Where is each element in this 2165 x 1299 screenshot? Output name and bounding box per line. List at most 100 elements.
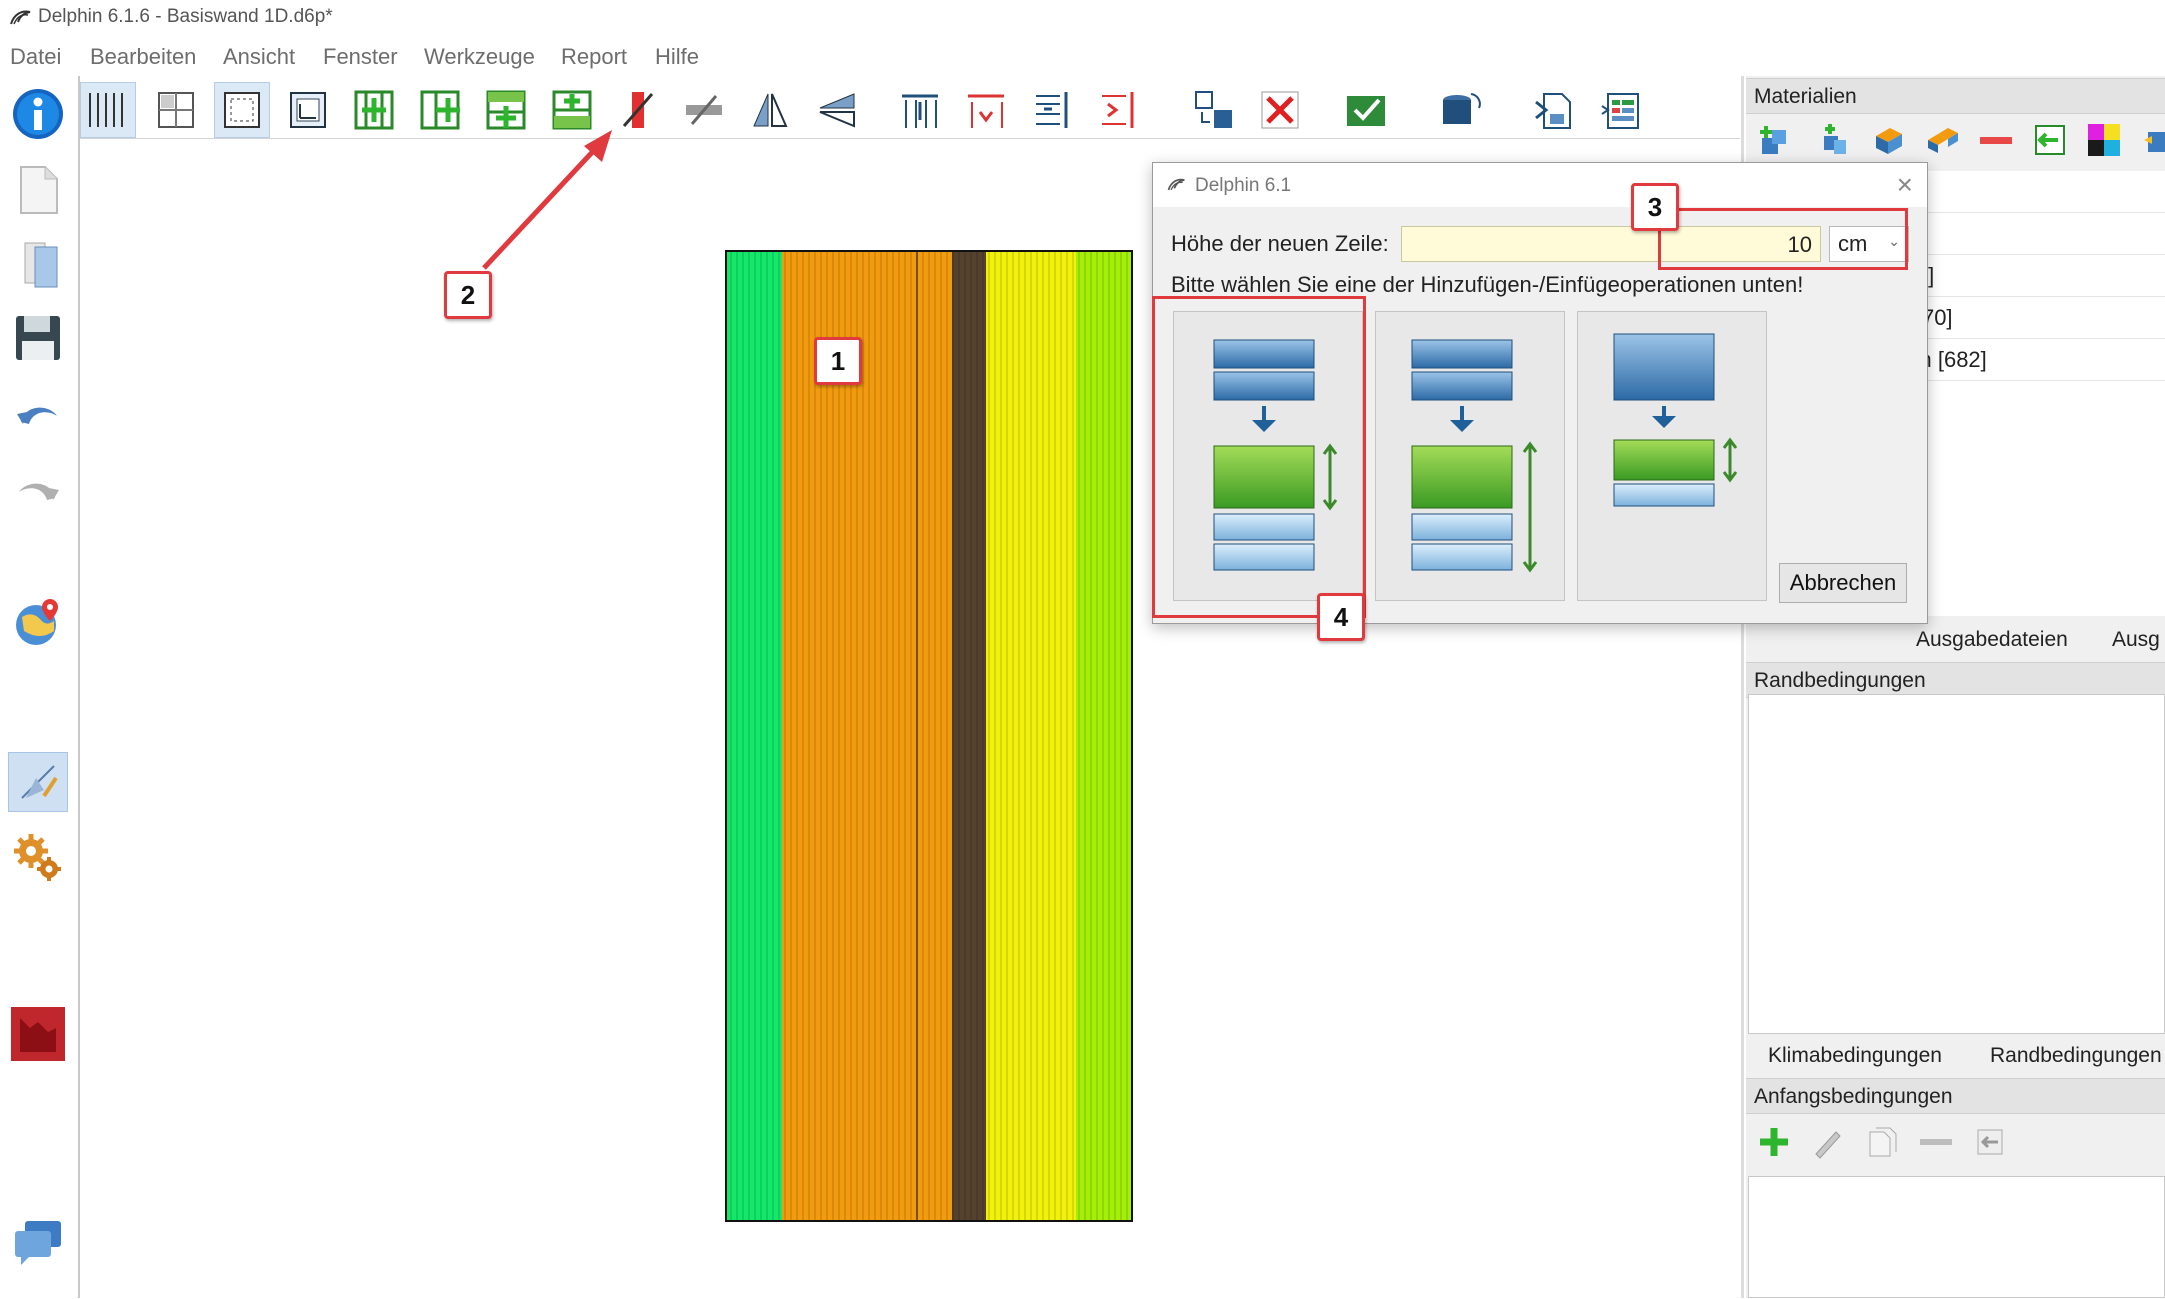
check-icon: [1347, 96, 1385, 126]
delete-assignment-button[interactable]: [1252, 82, 1308, 138]
edit-initial-button[interactable]: [1808, 1122, 1848, 1162]
save-button[interactable]: [8, 308, 68, 368]
merge-rows-button[interactable]: [1090, 82, 1146, 138]
add-material-button[interactable]: [1754, 120, 1794, 160]
floppy-disk-icon: [16, 316, 60, 360]
open-document-icon: [24, 242, 58, 288]
select-region-button[interactable]: [214, 82, 270, 138]
main-toolbar: [78, 78, 1743, 140]
copy-initial-button[interactable]: [1862, 1122, 1902, 1162]
callout-2: 2: [444, 271, 492, 319]
menu-datei[interactable]: Datei: [10, 44, 61, 70]
edit-material-button[interactable]: [1868, 120, 1908, 160]
insert-diagram-icon: [1411, 339, 1538, 573]
add-initial-button[interactable]: [1754, 1122, 1794, 1162]
3d-view-button[interactable]: [1432, 82, 1488, 138]
merge-rows-icon: [1102, 92, 1134, 128]
mirror-horizontal-button[interactable]: [742, 82, 798, 138]
assign-grid-button[interactable]: [1186, 82, 1242, 138]
menu-hilfe[interactable]: Hilfe: [655, 44, 699, 70]
menu-bearbeiten[interactable]: Bearbeiten: [90, 44, 196, 70]
location-button[interactable]: [8, 592, 68, 652]
delete-column-icon: [622, 92, 654, 128]
minus-red-icon: [1980, 137, 2012, 144]
boundary-conditions-list[interactable]: [1748, 694, 2165, 1034]
add-row-below-option[interactable]: [1577, 311, 1767, 601]
row-height-label: Höhe der neuen Zeile:: [1171, 231, 1389, 256]
results-viewer-button[interactable]: [8, 1004, 68, 1064]
copy-material-button[interactable]: [1922, 120, 1962, 160]
tab-ausgaben[interactable]: Ausg: [2112, 628, 2160, 652]
delete-row-button[interactable]: [676, 82, 732, 138]
add-column-icon: [354, 90, 394, 130]
assign-initial-button[interactable]: [1970, 1122, 2010, 1162]
menu-report[interactable]: Report: [561, 44, 627, 70]
menu-fenster[interactable]: Fenster: [323, 44, 398, 70]
split-columns-button[interactable]: [892, 82, 948, 138]
merge-columns-button[interactable]: [958, 82, 1014, 138]
undo-button[interactable]: [8, 386, 68, 446]
material-edit-icon: [1876, 128, 1902, 154]
callout-4: 4: [1317, 593, 1365, 641]
insert-row-button[interactable]: [544, 82, 600, 138]
plus-green-icon: [1760, 1128, 1788, 1156]
material-extra-button[interactable]: [2138, 120, 2165, 160]
minus-gray-icon: [1920, 1139, 1952, 1145]
tab-randbedingungen[interactable]: Randbedingungen: [1990, 1044, 2162, 1068]
add-row-icon: [486, 90, 526, 130]
split-rows-icon: [1036, 92, 1068, 128]
boundary-tab-row: Klimabedingungen Randbedingungen: [1746, 1034, 2165, 1078]
add-row-top-button[interactable]: [478, 82, 534, 138]
new-file-button[interactable]: [8, 160, 68, 220]
split-rows-button[interactable]: [1024, 82, 1080, 138]
insert-row-option[interactable]: [1375, 311, 1565, 601]
add-column-left-button[interactable]: [346, 82, 402, 138]
info-button[interactable]: [8, 84, 68, 144]
insert-row-icon: [552, 90, 592, 130]
mirror-vertical-button[interactable]: [808, 82, 864, 138]
open-file-button[interactable]: [8, 234, 68, 294]
export-table-button[interactable]: [1592, 82, 1648, 138]
check-construction-button[interactable]: [1338, 82, 1394, 138]
add-column-right-button[interactable]: [412, 82, 468, 138]
redo-icon: [19, 483, 59, 500]
redo-button[interactable]: [8, 462, 68, 522]
solver-settings-button[interactable]: [8, 828, 68, 888]
annotation-box-4: [1152, 296, 1366, 618]
cancel-button[interactable]: Abbrechen: [1779, 563, 1907, 603]
construction-editor-button[interactable]: [8, 752, 68, 812]
output-tab-row: Ausgabedateien Ausg: [1746, 618, 2165, 662]
delete-column-button[interactable]: [610, 82, 666, 138]
window-title: Delphin 6.1.6 - Basiswand 1D.d6p*: [38, 6, 333, 27]
view-frame-button[interactable]: [280, 82, 336, 138]
menu-werkzeuge[interactable]: Werkzeuge: [424, 44, 535, 70]
dialog-titlebar: Delphin 6.1 ×: [1153, 163, 1927, 207]
material-colors-button[interactable]: [2084, 120, 2124, 160]
grid-lines-tool-button[interactable]: [80, 82, 136, 138]
callout-3: 3: [1631, 183, 1679, 231]
tab-klimabedingungen[interactable]: Klimabedingungen: [1768, 1044, 1942, 1068]
close-icon[interactable]: ×: [1897, 169, 1913, 201]
assign-material-button[interactable]: [2030, 120, 2070, 160]
chat-bubbles-icon: [15, 1221, 61, 1265]
gears-icon: [14, 834, 61, 881]
split-columns-icon: [902, 94, 938, 128]
import-button[interactable]: [1526, 82, 1582, 138]
instruction-text: Bitte wählen Sie eine der Hinzufügen-/Ei…: [1171, 272, 1804, 297]
material-add-icon: [1760, 126, 1786, 154]
remove-initial-button[interactable]: [1916, 1122, 1956, 1162]
add-material-db-button[interactable]: [1814, 120, 1854, 160]
callout-1: 1: [814, 337, 862, 385]
delphin-logo-icon: [1167, 178, 1185, 191]
color-palette-icon: [2088, 124, 2120, 156]
remove-material-button[interactable]: [1976, 120, 2016, 160]
view-grid-button[interactable]: [148, 82, 204, 138]
assign-arrow-gray-icon: [1977, 1129, 2003, 1155]
assign-grid-icon: [1195, 91, 1232, 128]
vertical-grid-icon: [89, 93, 123, 127]
menu-ansicht[interactable]: Ansicht: [223, 44, 295, 70]
feedback-button[interactable]: [8, 1212, 68, 1272]
tab-ausgabedateien[interactable]: Ausgabedateien: [1916, 628, 2068, 652]
mirror-vertical-icon: [819, 93, 855, 128]
initial-conditions-list[interactable]: [1748, 1176, 2165, 1298]
